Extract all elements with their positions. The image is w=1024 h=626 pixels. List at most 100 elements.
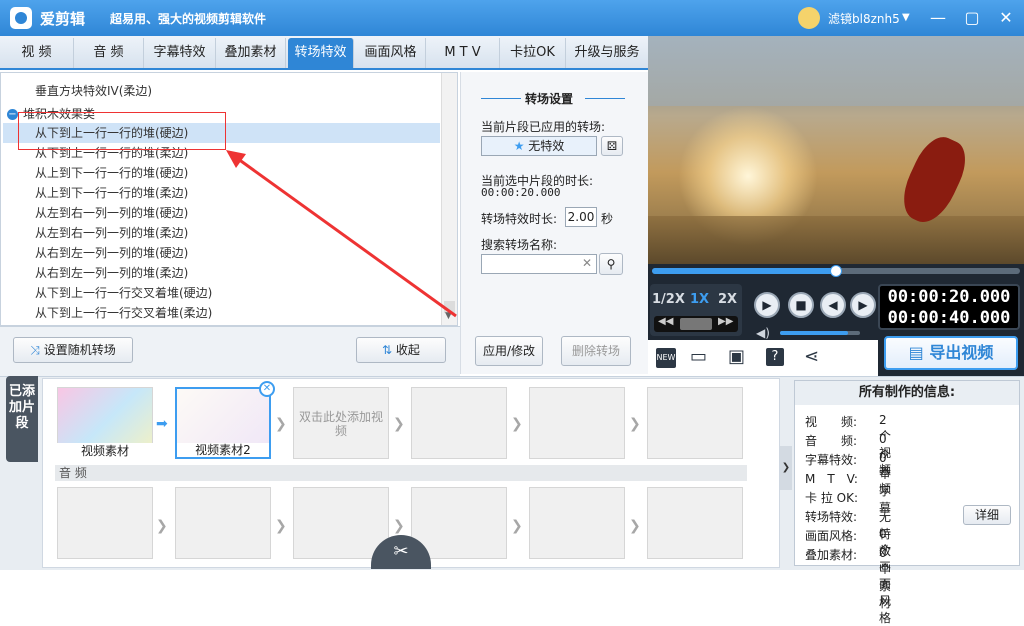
new-icon[interactable]: NEW <box>656 348 676 368</box>
tab-video[interactable]: 视 频 <box>0 38 74 68</box>
divider <box>585 98 625 99</box>
clip-label: 视频素材2 <box>177 443 269 457</box>
random-transition-button[interactable]: ⤨ 设置随机转场 <box>13 337 133 363</box>
audio-slot[interactable] <box>57 487 153 559</box>
audio-slot[interactable] <box>175 487 271 559</box>
minimize-icon[interactable]: — <box>926 6 950 30</box>
transition-arrow-icon[interactable]: ❯ <box>511 417 525 431</box>
help-icon[interactable]: ? <box>766 348 784 366</box>
add-video-slot[interactable]: 双击此处添加视频 <box>293 387 389 459</box>
progress-bar[interactable] <box>652 265 1020 277</box>
tab-subtitle[interactable]: 字幕特效 <box>144 38 216 68</box>
speed-double[interactable]: 2X <box>718 292 737 307</box>
empty-clip-slot[interactable] <box>411 387 507 459</box>
transition-arrow-icon[interactable]: ❯ <box>275 417 289 431</box>
speed-normal[interactable]: 1X <box>690 292 709 307</box>
duration-value: 00:00:20.000 <box>481 186 561 199</box>
tab-overlay[interactable]: 叠加素材 <box>216 38 286 68</box>
transition-arrow-icon[interactable]: ❯ <box>629 417 643 431</box>
tab-style[interactable]: 画面风格 <box>356 38 426 68</box>
user-name[interactable]: 滤镜bl8znh5 <box>828 10 900 27</box>
avatar[interactable] <box>798 7 820 29</box>
list-item[interactable]: 从左到右一列一列的堆(柔边) <box>35 223 188 243</box>
clip-label: 视频素材 <box>57 443 153 459</box>
empty-clip-slot[interactable] <box>529 387 625 459</box>
production-info-panel: 所有制作的信息: 视 频: 2个视频 音 频: 0个音频 字幕特效: 0个字幕 … <box>794 380 1020 625</box>
audio-slot[interactable] <box>647 487 743 559</box>
dice-icon[interactable]: ⚄ <box>601 136 623 156</box>
tab-audio[interactable]: 音 频 <box>74 38 144 68</box>
list-item[interactable]: 从上到下一行一行的堆(柔边) <box>35 183 188 203</box>
collapse-button[interactable]: ⇅ 收起 <box>356 337 446 363</box>
remove-clip-icon[interactable]: ✕ <box>259 381 275 397</box>
preview-violin <box>893 129 975 231</box>
info-row: 音 频: 0个音频 <box>805 432 892 496</box>
save-icon[interactable]: ▣ <box>728 346 745 367</box>
next-frame-icon[interactable]: ▶ <box>850 292 876 318</box>
time-display: 00:00:20.000 00:00:40.000 <box>878 284 1020 330</box>
prev-frame-icon[interactable]: ◀ <box>820 292 846 318</box>
list-item[interactable]: 从右到左一列一列的堆(硬边) <box>35 243 188 263</box>
shuffle-icon: ⤨ <box>30 343 44 357</box>
added-clips-tab[interactable]: 已添加片段 <box>6 376 38 462</box>
list-item[interactable]: 从下到上一行一行交叉着堆(柔边) <box>35 303 212 323</box>
app-slogan: 超易用、强大的视频剪辑软件 <box>110 12 267 26</box>
tab-transition[interactable]: 转场特效 <box>288 38 354 68</box>
info-title: 所有制作的信息: <box>795 381 1019 405</box>
star-icon: ★ <box>513 139 525 153</box>
current-time: 00:00:20.000 <box>887 287 1011 307</box>
list-item[interactable]: 从右到左一列一列的堆(柔边) <box>35 263 188 283</box>
stop-icon[interactable]: ■ <box>788 292 814 318</box>
open-folder-icon[interactable]: ▭ <box>690 346 707 367</box>
list-item[interactable]: 垂直方块特效IV(柔边) <box>35 81 152 101</box>
rewind-icon[interactable]: ◀◀ <box>658 316 673 327</box>
progress-handle[interactable] <box>830 265 842 277</box>
collapse-icon[interactable]: − <box>7 109 18 120</box>
search-input[interactable]: ✕ <box>481 254 597 274</box>
clear-icon[interactable]: ✕ <box>582 256 592 270</box>
info-row: 画面风格: 0个画面风格 <box>805 527 892 625</box>
transition-settings-panel: 转场设置 当前片段已应用的转场: ★ 无特效 ⚄ 当前选中片段的时长: 00:0… <box>460 72 648 374</box>
speed-half[interactable]: 1/2X <box>652 292 685 307</box>
collapse-arrow-icon: ⇅ <box>382 343 396 357</box>
close-icon[interactable]: ✕ <box>994 6 1018 30</box>
search-icon[interactable]: ⚲ <box>599 253 623 275</box>
tab-karaoke[interactable]: 卡拉OK <box>500 38 566 68</box>
expand-panel-icon[interactable]: ❯ <box>780 446 792 490</box>
transition-arrow-icon[interactable]: ➡ <box>156 417 170 431</box>
transition-arrow-icon[interactable]: ❯ <box>393 417 407 431</box>
detail-button[interactable]: 详细 <box>963 505 1011 525</box>
main-tabs: 视 频 音 频 字幕特效 叠加素材 转场特效 画面风格 M T V 卡拉OK 升… <box>0 36 648 70</box>
list-item[interactable]: 从左到右一列一列的堆(硬边) <box>35 203 188 223</box>
info-row: 视 频: 2个视频 <box>805 413 892 477</box>
audio-slot[interactable] <box>529 487 625 559</box>
transition-arrow-icon: ❯ <box>511 518 523 534</box>
jog-wheel[interactable]: ◀◀ ▶▶ <box>654 316 738 332</box>
empty-clip-slot[interactable] <box>647 387 743 459</box>
effect-duration-input[interactable]: 2.00 <box>565 207 597 227</box>
total-time: 00:00:40.000 <box>887 308 1011 328</box>
list-item[interactable]: 从上到下一行一行的堆(硬边) <box>35 163 188 183</box>
delete-transition-button[interactable]: 删除转场 <box>561 336 631 366</box>
export-video-button[interactable]: ▤ 导出视频 <box>884 336 1018 370</box>
jog-knob[interactable] <box>680 318 712 330</box>
volume-fill <box>780 331 848 335</box>
preview-sky <box>648 36 1024 106</box>
tab-upgrade[interactable]: 升级与服务 <box>566 38 648 68</box>
apply-button[interactable]: 应用/修改 <box>475 336 543 366</box>
preview-ground <box>648 216 1024 264</box>
forward-icon[interactable]: ▶▶ <box>718 316 733 327</box>
tab-mtv[interactable]: M T V <box>426 38 500 68</box>
chevron-down-icon[interactable]: ▼ <box>902 12 910 23</box>
list-item[interactable]: 从下到上一行一行交叉着堆(硬边) <box>35 283 212 303</box>
volume-icon[interactable]: ◀) <box>756 326 770 340</box>
clip-strip: 视频素材 ➡ 视频素材2 ✕ ❯ 双击此处添加视频 ❯ ❯ ❯ 音 频 ❯ ❯ … <box>42 378 780 569</box>
maximize-icon[interactable]: ▢ <box>960 6 984 30</box>
annotation-arrow <box>226 150 457 318</box>
volume-slider[interactable] <box>780 331 860 335</box>
share-icon[interactable]: ⋖ <box>804 346 819 367</box>
info-row: M T V: <box>805 472 858 486</box>
play-icon[interactable]: ▶ <box>754 292 780 318</box>
transition-arrow-icon: ❯ <box>629 518 641 534</box>
applied-transition-field[interactable]: ★ 无特效 <box>481 136 597 156</box>
